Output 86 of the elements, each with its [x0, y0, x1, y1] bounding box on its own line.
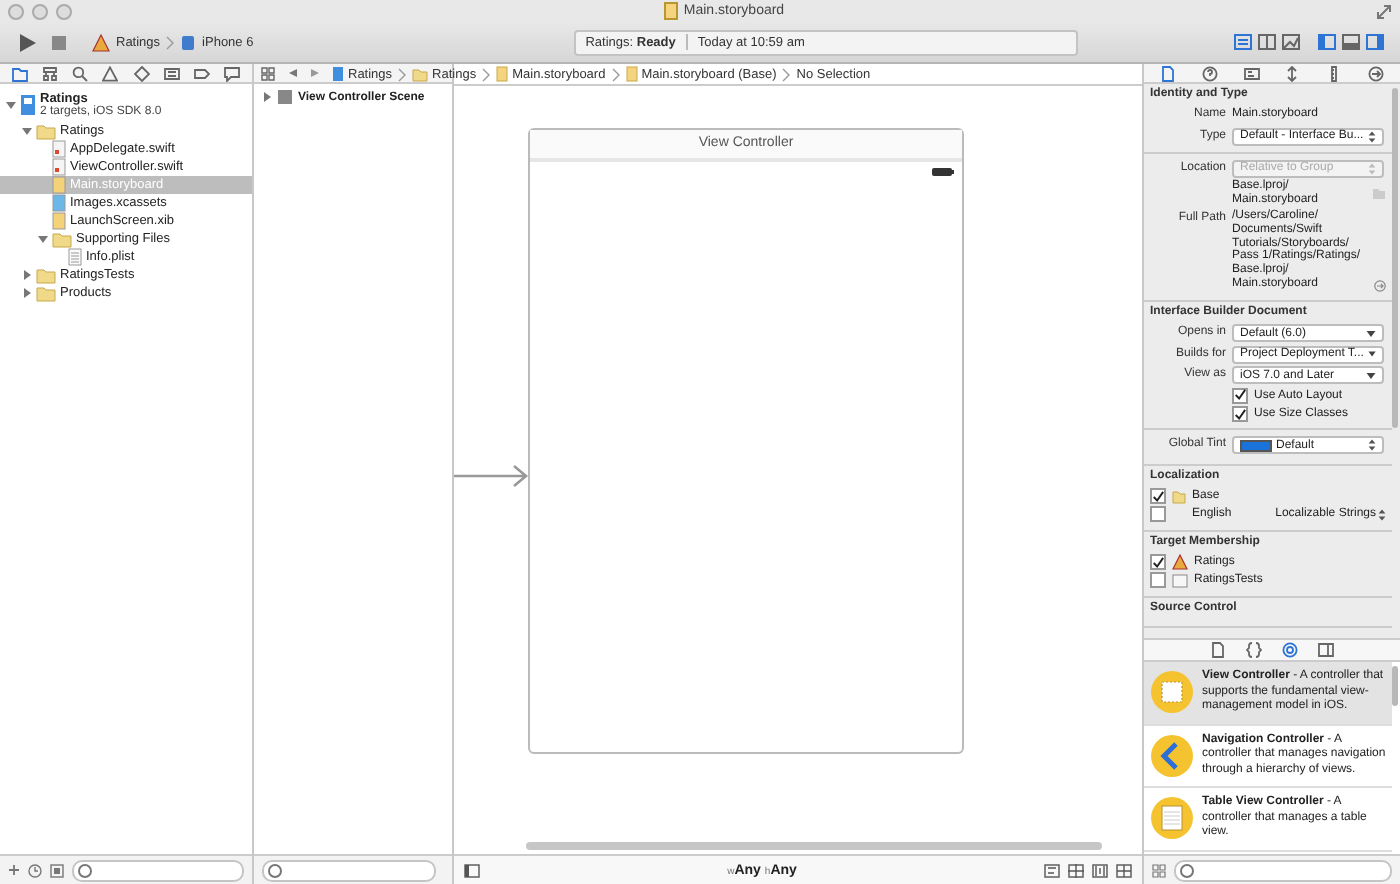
bundle-icon — [1172, 573, 1188, 588]
stepper-icon — [1368, 129, 1376, 143]
filter-field[interactable] — [1174, 859, 1392, 881]
resizing-icon[interactable] — [1116, 863, 1132, 877]
stepper-icon — [1368, 438, 1376, 453]
scrollbar-thumb[interactable] — [1392, 666, 1398, 706]
project-icon — [332, 66, 344, 82]
help-icon[interactable] — [1201, 65, 1218, 81]
dropdown-arrow-icon — [1367, 350, 1376, 359]
folder-icon[interactable] — [11, 65, 28, 81]
fullscreen-icon[interactable] — [1376, 3, 1392, 19]
scm-filter-icon[interactable] — [50, 863, 64, 877]
add-icon[interactable] — [8, 864, 20, 876]
chevron-icon — [782, 67, 791, 81]
speech-bubble-icon[interactable] — [224, 65, 241, 81]
reveal-arrow-icon[interactable] — [1374, 279, 1386, 292]
disclosure-icon[interactable] — [38, 234, 48, 244]
dropdown-arrow-icon — [1366, 371, 1376, 380]
document-icon — [663, 2, 678, 20]
checkbox[interactable] — [1232, 387, 1248, 404]
tag-icon[interactable] — [194, 65, 211, 81]
outline-toggle-icon[interactable] — [464, 863, 480, 877]
disclosure-icon[interactable] — [22, 126, 32, 136]
run-button[interactable] — [16, 31, 38, 53]
navigator-toggle[interactable] — [1318, 34, 1336, 50]
related-items-icon[interactable] — [260, 65, 276, 81]
code-snippet-icon[interactable] — [1246, 642, 1262, 658]
identity-icon[interactable] — [1243, 65, 1260, 81]
forward-icon[interactable] — [310, 68, 320, 78]
size-icon[interactable] — [1325, 65, 1342, 81]
clock-icon[interactable] — [28, 863, 42, 877]
project-icon — [20, 94, 36, 116]
assistant-editor-button[interactable] — [1258, 34, 1276, 50]
disclosure-icon[interactable] — [262, 92, 272, 102]
checkbox[interactable] — [1150, 488, 1166, 505]
resolve-icon[interactable] — [1092, 863, 1108, 877]
scene-icon — [278, 90, 292, 104]
file-icon — [496, 66, 509, 82]
dropdown-arrow-icon — [1366, 329, 1376, 338]
battery-icon — [932, 168, 954, 176]
stop-button[interactable] — [50, 33, 68, 51]
device-icon — [180, 33, 197, 51]
hierarchy-icon[interactable] — [41, 65, 58, 81]
stepper-icon — [1378, 507, 1386, 522]
app-icon — [92, 33, 110, 51]
app-icon — [1172, 554, 1188, 571]
media-library-icon[interactable] — [1318, 642, 1334, 658]
view-controller-icon — [1150, 670, 1194, 714]
align-icon[interactable] — [1044, 863, 1060, 877]
navigation-controller-icon — [1150, 733, 1194, 777]
checkbox[interactable] — [1150, 572, 1166, 589]
warning-icon[interactable] — [102, 65, 119, 81]
search-icon[interactable] — [72, 65, 89, 81]
diamond-icon[interactable] — [133, 65, 150, 81]
filter-field[interactable] — [72, 859, 244, 881]
grid-view-icon[interactable] — [1152, 863, 1166, 877]
folder-icon — [36, 123, 56, 139]
debug-area-toggle[interactable] — [1342, 34, 1360, 50]
pin-icon[interactable] — [1068, 863, 1084, 877]
table-view-controller-icon — [1150, 796, 1194, 840]
scrollbar-thumb[interactable] — [1392, 88, 1398, 428]
version-editor-button[interactable] — [1282, 34, 1300, 50]
file-template-icon[interactable] — [1210, 642, 1226, 658]
attributes-icon[interactable] — [1284, 65, 1301, 81]
checkbox[interactable] — [1232, 406, 1248, 423]
file-icon — [625, 66, 638, 82]
checkbox[interactable] — [1150, 506, 1166, 523]
disclosure-icon[interactable] — [6, 100, 16, 110]
folder-icon — [1172, 489, 1186, 504]
entry-point-arrow[interactable] — [454, 464, 530, 488]
chevron-icon — [166, 35, 175, 49]
chevron-icon — [482, 67, 491, 81]
filter-field[interactable] — [262, 859, 436, 881]
file-inspector-icon[interactable] — [1160, 65, 1177, 81]
chevron-icon — [398, 67, 407, 81]
file-icon — [68, 248, 82, 266]
standard-editor-button[interactable] — [1234, 34, 1252, 50]
connections-icon[interactable] — [1367, 65, 1384, 81]
object-library-icon[interactable] — [1282, 642, 1298, 658]
utilities-toggle[interactable] — [1366, 34, 1384, 50]
scrollbar-thumb[interactable] — [526, 842, 1102, 850]
chevron-icon — [611, 67, 620, 81]
list-icon[interactable] — [163, 65, 180, 81]
checkbox[interactable] — [1150, 554, 1166, 571]
back-icon[interactable] — [288, 68, 298, 78]
stepper-icon — [1368, 161, 1376, 175]
